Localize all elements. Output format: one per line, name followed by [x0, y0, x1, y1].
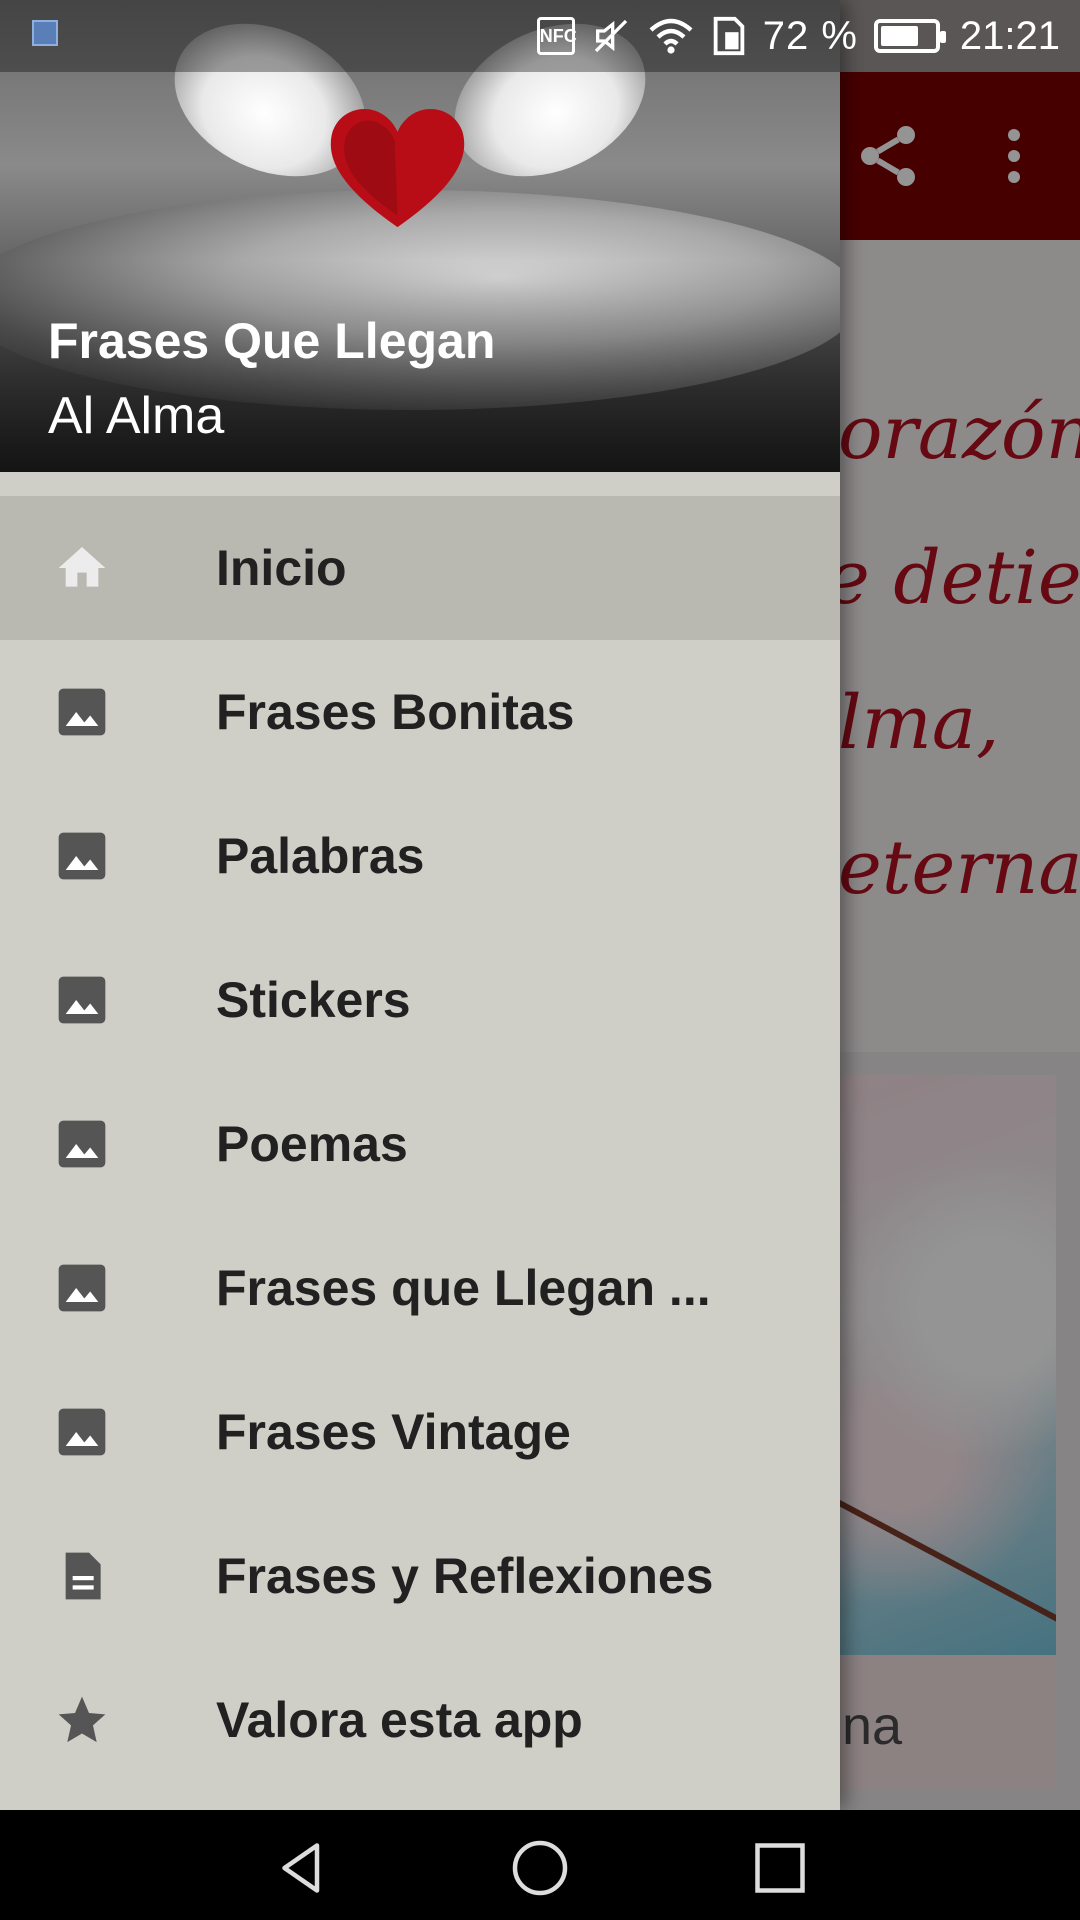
image-icon [58, 976, 106, 1024]
home-icon [58, 547, 106, 587]
battery-icon [873, 19, 946, 53]
menu-item-label: Frases Bonitas [216, 684, 575, 740]
star-icon [58, 1696, 106, 1743]
drawer-menu: Inicio Frases Bonitas Palabras Stickers … [0, 496, 840, 1792]
menu-item-frases-y-reflexiones[interactable]: Frases y Reflexiones [0, 1504, 840, 1648]
notification-icon [32, 20, 58, 46]
menu-item-label: Inicio [216, 540, 347, 596]
battery-fill [880, 26, 919, 46]
menu-item-frases-vintage[interactable]: Frases Vintage [0, 1360, 840, 1504]
menu-item-frases-bonitas[interactable]: Frases Bonitas [0, 640, 840, 784]
drawer-subtitle: Al Alma [48, 387, 225, 445]
image-icon [58, 1120, 106, 1168]
menu-item-label: Stickers [216, 972, 411, 1028]
menu-item-label: Valora esta app [216, 1692, 583, 1748]
menu-item-label: Palabras [216, 828, 425, 884]
menu-item-frases-que-llegan[interactable]: Frases que Llegan ... [0, 1216, 840, 1360]
drawer-title: Frases Que Llegan [48, 313, 496, 369]
image-icon [58, 1408, 106, 1456]
muted-icon [594, 19, 627, 53]
image-icon [58, 688, 106, 736]
back-icon[interactable] [272, 1838, 332, 1898]
menu-item-label: Frases y Reflexiones [216, 1548, 714, 1604]
document-icon [65, 1552, 101, 1600]
sim-icon [713, 16, 744, 56]
menu-item-label: Frases que Llegan ... [216, 1260, 711, 1316]
menu-item-label: Poemas [216, 1116, 408, 1172]
wifi-icon [649, 18, 693, 54]
home-circle-icon[interactable] [510, 1838, 570, 1898]
system-nav-bar [0, 1810, 1080, 1920]
menu-item-label: Frases Vintage [216, 1404, 571, 1460]
recents-icon[interactable] [750, 1838, 810, 1898]
nfc-icon: NFC [536, 17, 577, 55]
menu-item-palabras[interactable]: Palabras [0, 784, 840, 928]
clock: 21:21 [959, 13, 1060, 58]
heart-image [330, 109, 465, 228]
image-icon [58, 832, 106, 880]
menu-item-inicio[interactable]: Inicio [0, 496, 840, 640]
image-icon [58, 1264, 106, 1312]
menu-item-stickers[interactable]: Stickers [0, 928, 840, 1072]
menu-item-valora-esta-app[interactable]: Valora esta app [0, 1648, 840, 1792]
menu-item-poemas[interactable]: Poemas [0, 1072, 840, 1216]
navigation-drawer: Frases Que Llegan Al Alma Inicio Frases … [0, 0, 840, 1810]
status-bar: NFC 72 % 21:21 [0, 0, 1080, 72]
battery-percent: 72 % [762, 13, 858, 58]
